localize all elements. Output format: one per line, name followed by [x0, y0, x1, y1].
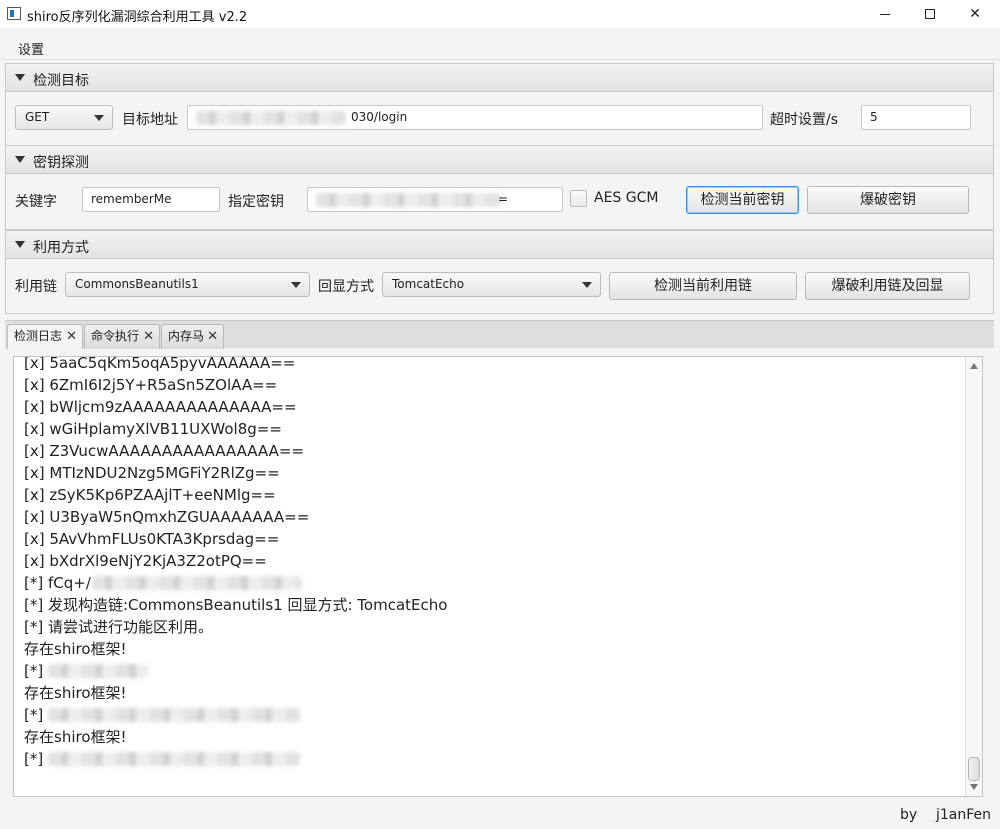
method-select[interactable]: GET — [15, 105, 113, 130]
log-scrollbar[interactable] — [965, 357, 982, 796]
log-line: [x] bWljcm9zAAAAAAAAAAAAAA== — [24, 398, 297, 416]
tab-label: 内存马 — [168, 329, 205, 343]
detect-target-title: 检测目标 — [33, 73, 89, 89]
log-text: [*] — [24, 750, 44, 768]
window-title: shiro反序列化漏洞综合利用工具 v2.2 — [27, 10, 248, 25]
key-detect-section: 密钥探测 关键字 rememberMe 指定密钥 = AES GCM 检测当前密… — [5, 145, 994, 230]
chain-value: CommonsBeanutils1 — [75, 277, 199, 291]
minimize-button[interactable] — [862, 0, 908, 28]
log-line: [*] fCq+/ — [24, 572, 964, 594]
chain-select[interactable]: CommonsBeanutils1 — [65, 272, 310, 297]
url-input[interactable]: 030/login — [187, 105, 763, 130]
chain-label: 利用链 — [15, 279, 57, 295]
app-icon — [7, 7, 21, 20]
redacted-text — [92, 576, 302, 590]
log-line: [x] Z3VucwAAAAAAAAAAAAAAAA== — [24, 442, 305, 460]
echo-select[interactable]: TomcatEcho — [382, 272, 601, 297]
close-icon[interactable]: ✕ — [207, 325, 218, 348]
log-line: [x] U3ByaW5nQmxhZGUAAAAAAA== — [24, 508, 310, 526]
url-value: 030/login — [351, 110, 408, 124]
key-detect-header[interactable]: 密钥探测 — [6, 146, 993, 174]
tab-command-exec[interactable]: 命令执行 ✕ — [84, 324, 160, 349]
collapse-arrow-icon — [15, 74, 25, 81]
tab-memshell[interactable]: 内存马 ✕ — [161, 324, 224, 349]
log-line: 存在shiro框架! — [24, 684, 127, 702]
close-icon: ✕ — [969, 6, 981, 22]
log-text: [*] — [24, 662, 44, 680]
exploit-title: 利用方式 — [33, 240, 89, 256]
tab-detect-log[interactable]: 检测日志 ✕ — [7, 324, 83, 349]
brute-key-button[interactable]: 爆破密钥 — [807, 186, 969, 214]
log-line: [x] 5aaC5qKm5oqA5pyvAAAAAA== — [24, 356, 296, 372]
footer-author: j1anFen — [936, 807, 992, 823]
log-line: [x] bXdrXl9eNjY2KjA3Z2otPQ== — [24, 552, 267, 570]
maximize-button[interactable] — [907, 0, 953, 28]
title-bar: shiro反序列化漏洞综合利用工具 v2.2 ✕ — [0, 0, 1000, 28]
log-line: [x] 5AvVhmFLUs0KTA3Kprsdag== — [24, 530, 280, 548]
log-text: [*] fCq+/ — [24, 574, 91, 592]
scroll-down-icon[interactable] — [970, 784, 978, 790]
exploit-header[interactable]: 利用方式 — [6, 231, 993, 259]
minimize-icon — [880, 13, 890, 15]
collapse-arrow-icon — [15, 156, 25, 163]
redacted-text — [48, 752, 300, 766]
menu-bar: 设置 — [0, 32, 1000, 60]
log-line: 存在shiro框架! — [24, 728, 127, 746]
redacted-key — [316, 193, 501, 207]
keyword-input[interactable]: rememberMe — [82, 187, 220, 212]
check-chain-button[interactable]: 检测当前利用链 — [609, 272, 797, 300]
tab-strip: 检测日志 ✕ 命令执行 ✕ 内存马 ✕ — [5, 320, 994, 349]
detect-target-section: 检测目标 GET 目标地址 030/login 超时设置/s 5 — [5, 63, 994, 146]
tab-label: 命令执行 — [91, 329, 140, 343]
log-line: [*] — [24, 704, 964, 726]
check-key-button[interactable]: 检测当前密钥 — [686, 186, 799, 214]
close-button[interactable]: ✕ — [952, 0, 998, 28]
maximize-icon — [925, 9, 935, 19]
log-line: [*] — [24, 660, 964, 682]
tab-label: 检测日志 — [14, 329, 63, 343]
log-line: 存在shiro框架! — [24, 640, 127, 658]
redacted-text — [48, 664, 148, 678]
echo-value: TomcatEcho — [392, 277, 465, 291]
key-value: = — [498, 192, 509, 206]
method-value: GET — [25, 110, 50, 124]
collapse-arrow-icon — [15, 241, 25, 248]
log-line: [x] MTIzNDU2Nzg5MGFiY2RlZg== — [24, 464, 280, 482]
key-label: 指定密钥 — [228, 194, 284, 210]
keyword-label: 关键字 — [15, 194, 57, 210]
footer: by j1anFen — [0, 800, 1000, 829]
close-icon[interactable]: ✕ — [66, 325, 77, 348]
log-line: [x] 6ZmI6I2j5Y+R5aSn5ZOlAA== — [24, 376, 278, 394]
timeout-label: 超时设置/s — [770, 112, 839, 128]
aes-gcm-label: AES GCM — [594, 190, 659, 206]
chevron-down-icon — [94, 115, 104, 121]
menu-settings[interactable]: 设置 — [18, 39, 44, 58]
brute-chain-button[interactable]: 爆破利用链及回显 — [805, 272, 970, 300]
timeout-input[interactable]: 5 — [861, 105, 971, 130]
detect-target-header[interactable]: 检测目标 — [6, 64, 993, 92]
detect-log-area[interactable]: [x] 5aaC5qKm5oqA5pyvAAAAAA== [x] 6ZmI6I2… — [13, 356, 983, 797]
echo-label: 回显方式 — [318, 279, 374, 295]
key-detect-title: 密钥探测 — [33, 155, 89, 171]
log-line: [*] 发现构造链:CommonsBeanutils1 回显方式: Tomcat… — [24, 596, 448, 614]
log-line: [*] — [24, 748, 964, 770]
exploit-section: 利用方式 利用链 CommonsBeanutils1 回显方式 TomcatEc… — [5, 230, 994, 314]
scroll-thumb[interactable] — [968, 757, 980, 781]
chevron-down-icon — [291, 282, 301, 288]
footer-by: by — [900, 807, 918, 823]
redacted-text — [48, 708, 300, 722]
log-lines: [x] 5aaC5qKm5oqA5pyvAAAAAA== [x] 6ZmI6I2… — [24, 356, 964, 770]
log-line: [x] wGiHplamyXlVB11UXWol8g== — [24, 420, 282, 438]
log-line: [x] zSyK5Kp6PZAAjlT+eeNMlg== — [24, 486, 276, 504]
scroll-up-icon[interactable] — [970, 363, 978, 369]
log-text: [*] — [24, 706, 44, 724]
redacted-url — [196, 111, 346, 125]
aes-gcm-checkbox[interactable] — [570, 190, 587, 207]
chevron-down-icon — [582, 282, 592, 288]
log-line: [*] 请尝试进行功能区利用。 — [24, 618, 213, 636]
key-input[interactable]: = — [307, 187, 563, 212]
close-icon[interactable]: ✕ — [143, 325, 154, 348]
url-label: 目标地址 — [122, 112, 178, 128]
